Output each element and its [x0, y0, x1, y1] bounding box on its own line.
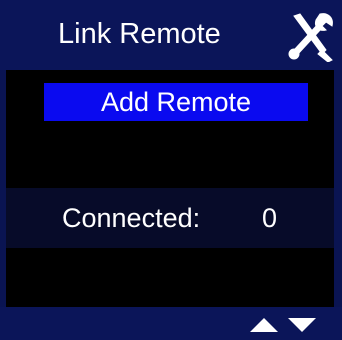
arrow-down-icon[interactable] — [288, 318, 316, 332]
connected-label: Connected: — [62, 203, 201, 233]
wrench-screwdriver-icon — [288, 13, 333, 63]
connected-count: 0 — [262, 203, 278, 233]
list-item-empty — [6, 250, 334, 306]
settings-button[interactable] — [288, 10, 334, 63]
list-item-empty — [6, 138, 334, 186]
page-title: Link Remote — [58, 18, 221, 50]
add-remote-menu-item[interactable]: Add Remote — [44, 83, 308, 121]
arrow-up-icon[interactable] — [250, 318, 278, 332]
